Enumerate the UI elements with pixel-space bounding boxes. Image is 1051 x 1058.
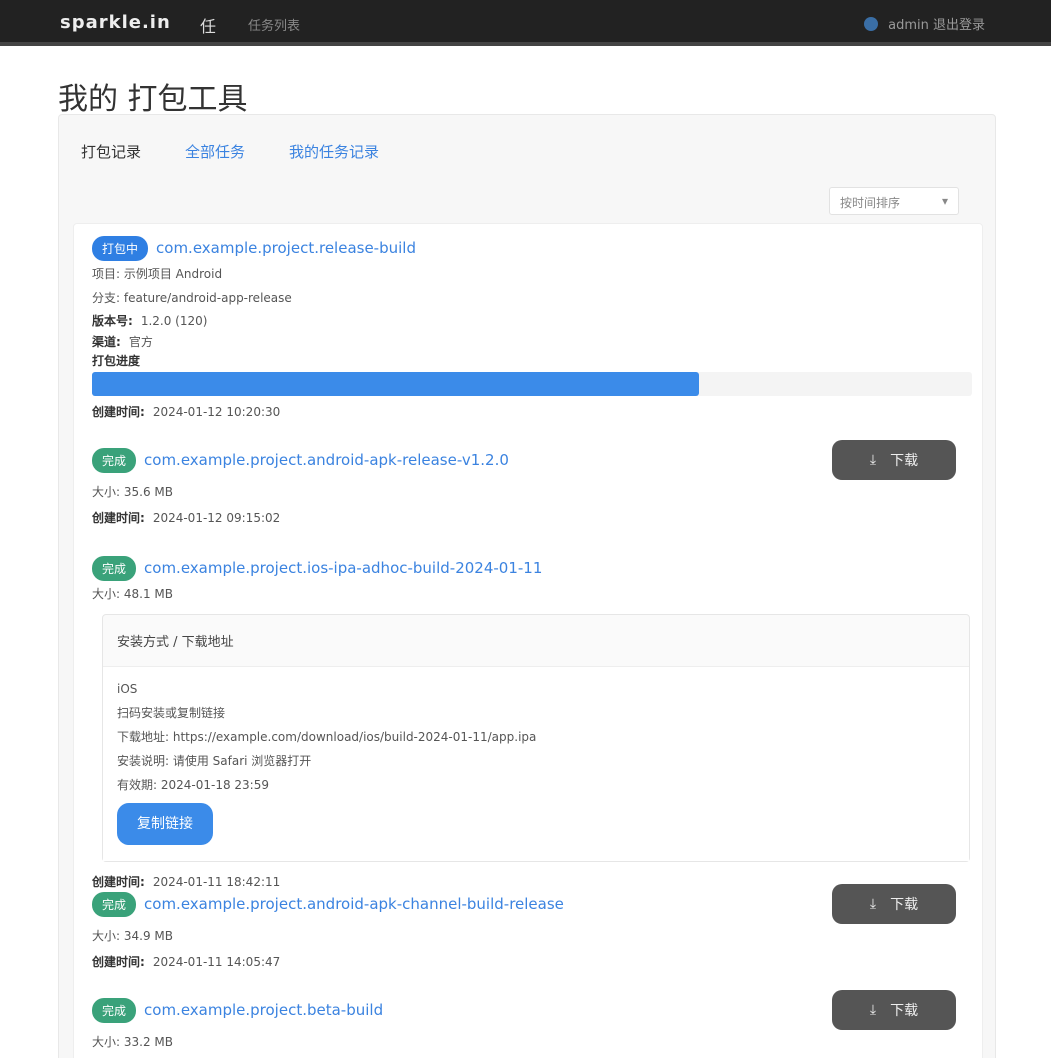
details-line: iOS (117, 682, 138, 696)
task-item: 完成 com.example.project.android-apk-relea… (92, 440, 964, 530)
status-badge: 完成 (92, 555, 137, 581)
download-icon: ⤓ (869, 896, 877, 912)
sort-select[interactable]: 按时间排序 ▾ (829, 187, 959, 215)
task-created-time: 创建时间: 2024-01-12 10:20:30 (92, 405, 281, 419)
task-meta: 大小: 33.2 MB (92, 1035, 173, 1049)
download-button[interactable]: ⤓ 下载 (832, 440, 956, 480)
sort-select-label: 按时间排序 (840, 196, 901, 210)
install-details-body: iOS 扫码安装或复制链接 下载地址: https://example.com/… (103, 667, 969, 861)
task-meta: 项目: 示例项目 Android (92, 267, 223, 281)
download-icon: ⤓ (869, 1002, 877, 1018)
brand-logo[interactable]: sparkle.in (60, 12, 171, 33)
task-meta: 大小: 34.9 MB (92, 929, 173, 943)
tab-my-task-records[interactable]: 我的任务记录 (285, 137, 383, 166)
task-title-link[interactable]: com.example.project.release-build (156, 239, 416, 257)
main-panel: 打包记录 全部任务 我的任务记录 按时间排序 ▾ 打包中 com.example… (58, 114, 996, 1058)
chevron-down-icon: ▾ (941, 194, 948, 208)
tab-all-tasks[interactable]: 全部任务 (181, 137, 249, 166)
task-created-time: 创建时间: 2024-01-12 09:15:02 (92, 511, 281, 525)
task-item: 完成 com.example.project.ios-ipa-adhoc-bui… (92, 554, 970, 894)
user-icon (864, 16, 879, 31)
details-line: 下载地址: https://example.com/download/ios/b… (117, 730, 537, 744)
user-menu-label[interactable]: admin 退出登录 (888, 14, 985, 33)
progress-label: 打包进度 (92, 354, 141, 368)
status-badge: 完成 (92, 447, 137, 473)
task-item: 打包中 com.example.project.release-build 项目… (92, 234, 972, 424)
download-button-label: 下载 (890, 1003, 919, 1019)
task-title-link[interactable]: com.example.project.ios-ipa-adhoc-build-… (144, 559, 542, 577)
page-title: 我的 打包工具 (58, 82, 248, 117)
download-icon: ⤓ (869, 452, 877, 468)
task-meta: 渠道: 官方 (92, 335, 153, 349)
progress-bar-fill (92, 372, 700, 396)
user-menu[interactable]: admin 退出登录 (864, 14, 985, 33)
task-item: 完成 com.example.project.android-apk-chann… (92, 884, 964, 974)
download-button-label: 下载 (890, 897, 919, 913)
task-meta: 版本号: 1.2.0 (120) (92, 314, 208, 328)
details-line: 安装说明: 请使用 Safari 浏览器打开 (117, 754, 312, 768)
task-created-time: 创建时间: 2024-01-11 14:05:47 (92, 955, 281, 969)
task-item: 完成 com.example.project.beta-build ⤓ 下载 大… (92, 990, 964, 1054)
details-line: 扫码安装或复制链接 (117, 706, 226, 720)
progress-bar (92, 372, 972, 396)
download-button-label: 下载 (890, 453, 919, 469)
task-meta: 分支: feature/android-app-release (92, 291, 292, 305)
status-badge: 完成 (92, 997, 137, 1023)
task-title-link[interactable]: com.example.project.android-apk-release-… (144, 451, 509, 469)
nav-item-task-list[interactable]: 任务列表 (248, 15, 300, 34)
task-title-link[interactable]: com.example.project.beta-build (144, 1001, 383, 1019)
install-details-header[interactable]: 安装方式 / 下载地址 (103, 615, 969, 667)
download-button[interactable]: ⤓ 下载 (832, 884, 956, 924)
task-list: 打包中 com.example.project.release-build 项目… (73, 223, 983, 1058)
top-navbar: sparkle.in 任 任务列表 admin 退出登录 (0, 0, 1051, 46)
copy-link-button[interactable]: 复制链接 (117, 803, 213, 845)
task-title-link[interactable]: com.example.project.android-apk-channel-… (144, 895, 564, 913)
status-badge: 完成 (92, 891, 137, 917)
tab-bar: 打包记录 全部任务 我的任务记录 (77, 137, 383, 166)
status-badge: 打包中 (92, 235, 149, 261)
install-details-panel: 安装方式 / 下载地址 iOS 扫码安装或复制链接 下载地址: https://… (102, 614, 970, 862)
task-meta: 大小: 48.1 MB (92, 587, 173, 601)
nav-item-home[interactable]: 任 (200, 13, 216, 37)
task-meta: 大小: 35.6 MB (92, 485, 173, 499)
details-line: 有效期: 2024-01-18 23:59 (117, 778, 269, 792)
tab-build-records[interactable]: 打包记录 (77, 137, 145, 166)
download-button[interactable]: ⤓ 下载 (832, 990, 956, 1030)
